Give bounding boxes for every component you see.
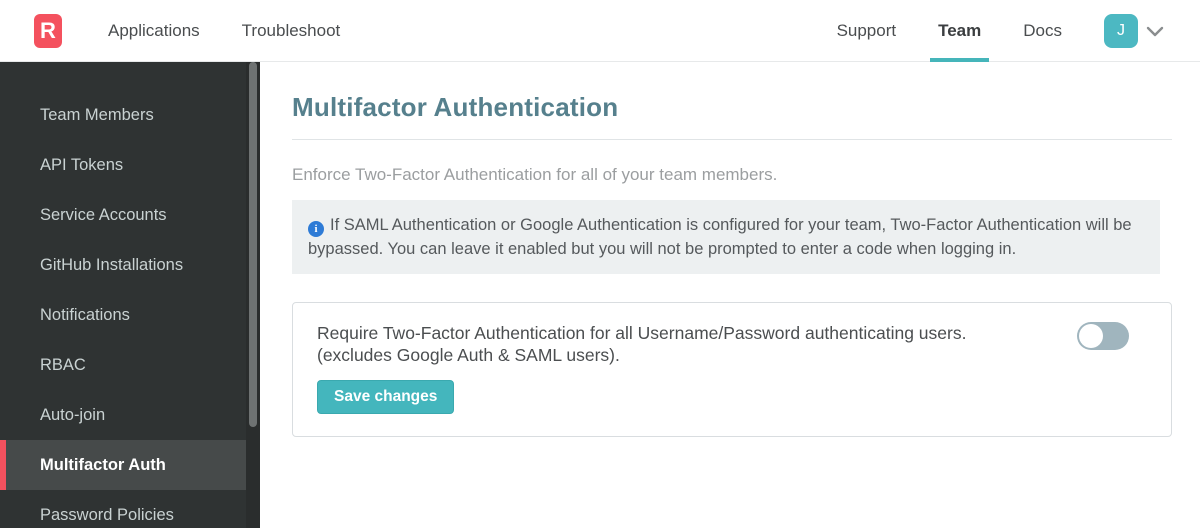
title-divider [292, 139, 1172, 140]
user-menu[interactable]: J [1104, 13, 1164, 48]
setting-line-1: Require Two-Factor Authentication for al… [317, 323, 967, 343]
nav-item-team[interactable]: Team [930, 0, 990, 62]
sidebar-item-password-policies[interactable]: Password Policies [0, 490, 246, 528]
save-changes-button[interactable]: Save changes [317, 380, 455, 414]
sidebar-item-api-tokens[interactable]: API Tokens [0, 140, 246, 190]
info-banner-text: If SAML Authentication or Google Authent… [308, 216, 1132, 258]
page-title: Multifactor Authentication [292, 92, 619, 122]
logo-letter: R [40, 17, 56, 43]
secondary-nav: Support Team Docs J [837, 0, 1178, 62]
setting-description: Require Two-Factor Authentication for al… [317, 322, 1057, 366]
mfa-toggle[interactable] [1077, 322, 1129, 350]
nav-item-applications[interactable]: Applications [108, 0, 200, 62]
page-description: Enforce Two-Factor Authentication for al… [292, 165, 778, 184]
mfa-setting-card: Require Two-Factor Authentication for al… [292, 302, 1172, 437]
sidebar-scrollbar-thumb[interactable] [249, 62, 257, 427]
rollbar-logo[interactable]: R [34, 13, 62, 48]
active-tab-underline [930, 57, 990, 62]
sidebar-item-team-members[interactable]: Team Members [0, 90, 246, 140]
top-header: R Applications Troubleshoot Support Team… [0, 0, 1200, 62]
info-icon: i [308, 221, 324, 237]
sidebar-item-github-installations[interactable]: GitHub Installations [0, 240, 246, 290]
setting-line-2: (excludes Google Auth & SAML users). [317, 345, 620, 365]
nav-item-docs[interactable]: Docs [1023, 0, 1062, 62]
info-banner: i If SAML Authentication or Google Authen… [292, 200, 1160, 274]
sidebar-item-rbac[interactable]: RBAC [0, 340, 246, 390]
avatar-initial: J [1117, 21, 1125, 39]
page-layout: Team Members API Tokens Service Accounts… [0, 62, 1200, 528]
primary-nav: Applications Troubleshoot [108, 0, 340, 62]
sidebar-item-notifications[interactable]: Notifications [0, 290, 246, 340]
sidebar-item-multifactor-auth[interactable]: Multifactor Auth [0, 440, 246, 490]
mfa-toggle-knob [1079, 324, 1103, 348]
sidebar-nav: Team Members API Tokens Service Accounts… [0, 62, 260, 528]
main-content: Multifactor Authentication Enforce Two-F… [260, 62, 1200, 528]
avatar[interactable]: J [1104, 13, 1138, 48]
sidebar-item-auto-join[interactable]: Auto-join [0, 390, 246, 440]
sidebar-item-service-accounts[interactable]: Service Accounts [0, 190, 246, 240]
chevron-down-icon[interactable] [1146, 25, 1164, 37]
settings-sidebar: Team Members API Tokens Service Accounts… [0, 62, 260, 528]
nav-item-troubleshoot[interactable]: Troubleshoot [242, 0, 341, 62]
nav-item-support[interactable]: Support [837, 0, 897, 62]
